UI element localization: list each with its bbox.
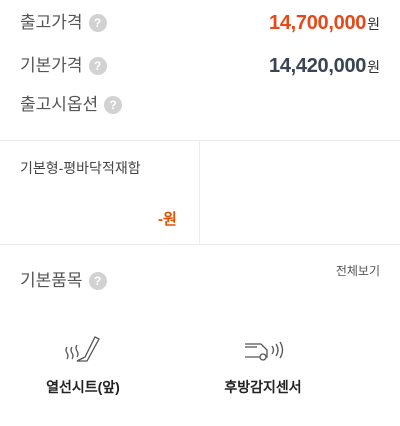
feature-name: 열선시트(앞) (46, 379, 120, 395)
release-option-row: 출고시옵션 ? (20, 90, 380, 120)
release-price-label: 출고가격 (20, 13, 83, 32)
feature-heated-seat: 열선시트(앞) (8, 335, 158, 397)
help-icon[interactable]: ? (104, 96, 123, 114)
release-option-label: 출고시옵션 (20, 95, 99, 114)
rear-sensor-icon (245, 341, 284, 361)
basic-items-label: 기본품목 (20, 271, 83, 290)
base-price-row: 기본가격 ? 14,420,000원 (20, 51, 380, 81)
divider (0, 140, 400, 141)
base-price-unit: 원 (367, 59, 380, 75)
base-price-amount: 14,420,000 (269, 55, 367, 77)
help-icon[interactable]: ? (88, 272, 107, 290)
release-price-unit: 원 (367, 16, 380, 32)
divider (0, 244, 400, 245)
basic-items-header: 기본품목 ? (20, 266, 107, 296)
base-price-label-group: 기본가격 ? (20, 51, 107, 81)
heated-seat-icon (65, 336, 100, 362)
help-icon[interactable]: ? (88, 14, 107, 32)
release-price-row: 출고가격 ? 14,700,000원 (20, 8, 380, 38)
base-price-label: 기본가격 (20, 56, 83, 75)
release-price-label-group: 출고가격 ? (20, 8, 107, 38)
feature-rear-sensor: 후방감지센서 (188, 335, 338, 397)
release-price-value: 14,700,000원 (269, 8, 380, 40)
help-icon[interactable]: ? (88, 57, 107, 75)
trim-price: -원 (158, 211, 177, 228)
base-price-value: 14,420,000원 (269, 51, 380, 83)
release-price-amount: 14,700,000 (269, 12, 367, 34)
trim-name: 기본형-평바닥적재함 (20, 160, 141, 176)
vertical-divider (199, 140, 200, 244)
release-option-label-group: 출고시옵션 ? (20, 90, 123, 120)
feature-name: 후방감지센서 (224, 379, 302, 395)
view-all-link[interactable]: 전체보기 (336, 262, 380, 279)
